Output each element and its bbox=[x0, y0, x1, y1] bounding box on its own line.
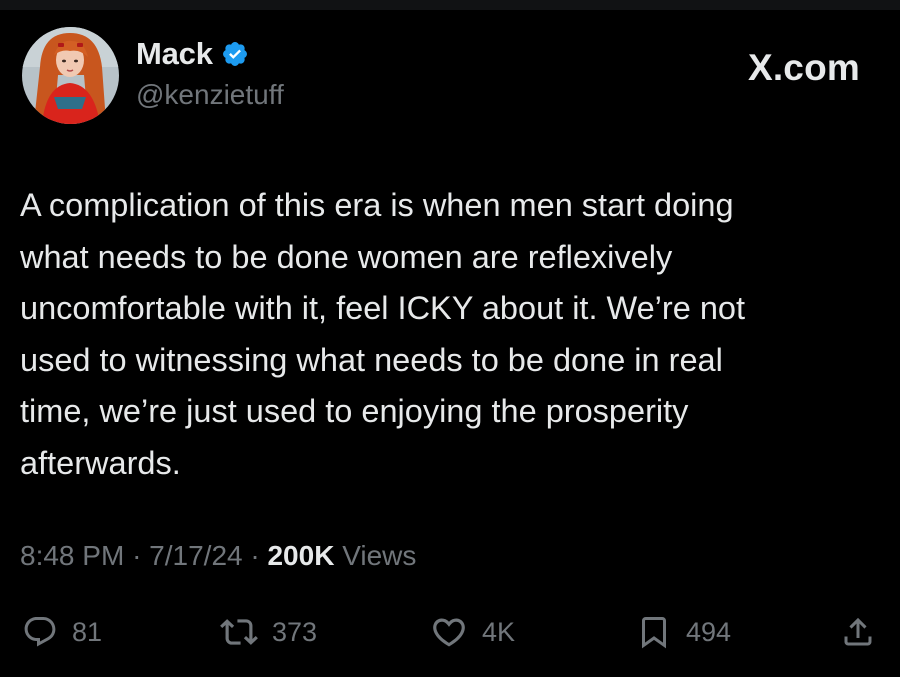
tweet-text-line: uncomfortable with it, feel ICKY about i… bbox=[20, 290, 745, 326]
reply-count: 81 bbox=[72, 616, 103, 647]
repost-count: 373 bbox=[272, 616, 318, 647]
meta-separator: · bbox=[250, 540, 260, 571]
author-name-row: Mack bbox=[136, 36, 249, 72]
repost-button[interactable]: 373 bbox=[220, 610, 317, 654]
tweet-text: A complication of this era is when men s… bbox=[20, 180, 885, 489]
display-name[interactable]: Mack bbox=[136, 36, 213, 72]
tweet-text-line: afterwards. bbox=[20, 444, 181, 481]
bookmark-icon bbox=[642, 617, 666, 649]
share-icon bbox=[844, 617, 872, 646]
views-label: Views bbox=[342, 540, 417, 571]
meta-separator: · bbox=[132, 540, 142, 571]
tweet-date[interactable]: 7/17/24 bbox=[149, 540, 242, 571]
reply-button[interactable]: 81 bbox=[22, 610, 102, 654]
bookmark-count: 494 bbox=[686, 616, 732, 647]
like-button[interactable]: 4K bbox=[430, 610, 515, 654]
tweet-text-line: time, we’re just used to enjoying the pr… bbox=[20, 393, 689, 429]
action-bar: 81 373 4K 494 bbox=[0, 610, 900, 654]
top-strip bbox=[0, 0, 900, 10]
tweet-meta: 8:48 PM · 7/17/24 · 200K Views bbox=[20, 540, 416, 572]
avatar-image bbox=[22, 27, 119, 124]
reply-icon bbox=[24, 617, 56, 647]
share-button[interactable] bbox=[840, 610, 876, 654]
tweet-time[interactable]: 8:48 PM bbox=[20, 540, 124, 571]
brand-watermark: X.com bbox=[747, 47, 860, 88]
heart-icon bbox=[433, 618, 465, 647]
tweet-text-line: A complication of this era is when men s… bbox=[20, 187, 734, 223]
bookmark-button[interactable]: 494 bbox=[636, 610, 731, 654]
views-count[interactable]: 200K bbox=[267, 540, 334, 571]
tweet-text-line: what needs to be done women are reflexiv… bbox=[20, 238, 673, 275]
verified-badge-icon[interactable] bbox=[221, 40, 249, 68]
tweet-text-line: used to witnessing what needs to be done… bbox=[20, 341, 723, 378]
author-handle[interactable]: @kenzietuff bbox=[136, 79, 284, 111]
like-count: 4K bbox=[482, 616, 516, 647]
repost-icon bbox=[220, 619, 258, 645]
avatar[interactable] bbox=[22, 27, 119, 124]
